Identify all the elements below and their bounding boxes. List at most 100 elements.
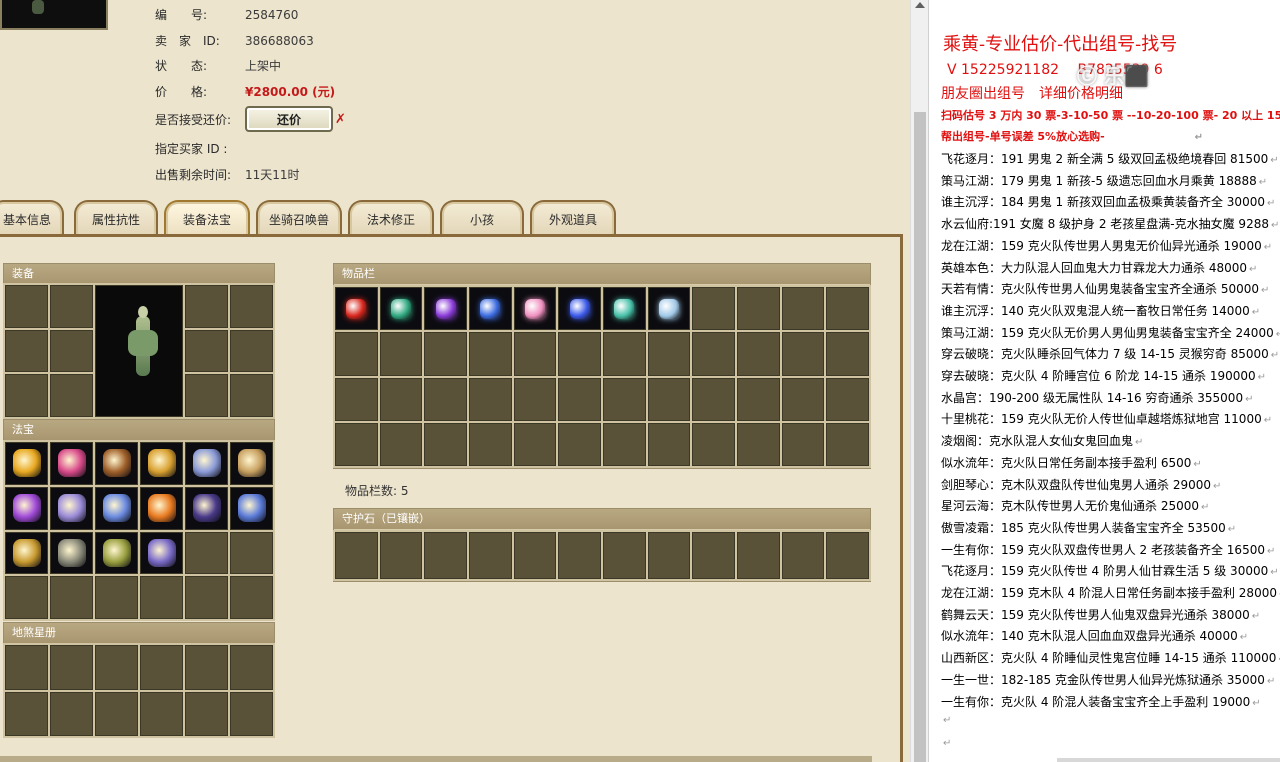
inventory-slot[interactable] xyxy=(781,377,825,421)
equipment-slot[interactable] xyxy=(230,329,273,373)
star-book-slot[interactable] xyxy=(95,691,138,736)
treasure-slot[interactable] xyxy=(185,531,228,575)
inventory-slot[interactable] xyxy=(781,422,825,466)
inventory-slot[interactable] xyxy=(558,422,601,466)
treasure-slot-filled[interactable] xyxy=(185,486,228,530)
guard-stone-slot[interactable] xyxy=(692,532,735,579)
inventory-slot[interactable] xyxy=(826,332,869,376)
equipment-slot[interactable] xyxy=(5,374,48,417)
inventory-slot-filled[interactable] xyxy=(335,287,378,331)
tab-child[interactable]: 小孩 xyxy=(440,200,524,236)
inventory-slot[interactable] xyxy=(379,422,423,466)
treasure-slot[interactable] xyxy=(50,576,93,619)
treasure-slot-filled[interactable] xyxy=(140,442,183,485)
inventory-slot-filled[interactable] xyxy=(603,287,646,331)
treasure-slot-filled[interactable] xyxy=(95,442,138,485)
inventory-slot[interactable] xyxy=(558,332,601,376)
inventory-slot[interactable] xyxy=(647,377,691,421)
inventory-slot-filled[interactable] xyxy=(513,287,557,331)
star-book-slot[interactable] xyxy=(140,645,183,690)
guard-stone-slot[interactable] xyxy=(335,532,378,579)
inventory-slot[interactable] xyxy=(692,332,735,376)
equipment-slot[interactable] xyxy=(185,329,228,373)
treasure-slot-filled[interactable] xyxy=(230,486,273,530)
guard-stone-slot[interactable] xyxy=(647,532,691,579)
equipment-slot[interactable] xyxy=(5,285,48,328)
inventory-slot[interactable] xyxy=(469,332,512,376)
star-book-slot[interactable] xyxy=(50,691,93,736)
inventory-slot-filled[interactable] xyxy=(647,287,691,331)
inventory-slot[interactable] xyxy=(513,377,557,421)
inventory-slot[interactable] xyxy=(335,422,378,466)
equipment-slot[interactable] xyxy=(230,285,273,328)
inventory-slot[interactable] xyxy=(737,422,780,466)
star-book-slot[interactable] xyxy=(140,691,183,736)
page-scrollbar[interactable] xyxy=(910,0,928,762)
inventory-slot[interactable] xyxy=(781,332,825,376)
treasure-slot[interactable] xyxy=(230,576,273,619)
inventory-slot[interactable] xyxy=(647,422,691,466)
inventory-slot[interactable] xyxy=(781,287,825,331)
inventory-slot[interactable] xyxy=(424,332,467,376)
tab-equipment-treasure[interactable]: 装备法宝 xyxy=(164,200,250,236)
treasure-slot[interactable] xyxy=(185,576,228,619)
equipment-slot[interactable] xyxy=(5,329,48,373)
inventory-slot[interactable] xyxy=(603,377,646,421)
equipment-slot[interactable] xyxy=(50,374,93,417)
inventory-slot[interactable] xyxy=(737,332,780,376)
guard-stone-slot[interactable] xyxy=(513,532,557,579)
inventory-slot[interactable] xyxy=(424,377,467,421)
guard-stone-slot[interactable] xyxy=(826,532,869,579)
treasure-slot-filled[interactable] xyxy=(50,442,93,485)
inventory-slot[interactable] xyxy=(692,422,735,466)
guard-stone-slot[interactable] xyxy=(379,532,423,579)
inventory-slot[interactable] xyxy=(558,377,601,421)
tab-attributes[interactable]: 属性抗性 xyxy=(74,200,158,236)
equipment-slot[interactable] xyxy=(50,285,93,328)
inventory-slot[interactable] xyxy=(513,332,557,376)
star-book-slot[interactable] xyxy=(230,645,273,690)
inventory-slot[interactable] xyxy=(469,377,512,421)
inventory-slot-filled[interactable] xyxy=(424,287,467,331)
inventory-slot-filled[interactable] xyxy=(379,287,423,331)
scrollbar-thumb[interactable] xyxy=(914,112,926,762)
inventory-slot[interactable] xyxy=(603,422,646,466)
guard-stone-slot[interactable] xyxy=(737,532,780,579)
tab-appearance[interactable]: 外观道具 xyxy=(530,200,616,236)
guard-stone-slot[interactable] xyxy=(469,532,512,579)
treasure-slot-filled[interactable] xyxy=(230,442,273,485)
inventory-slot[interactable] xyxy=(335,377,378,421)
inventory-slot[interactable] xyxy=(513,422,557,466)
treasure-slot-filled[interactable] xyxy=(185,442,228,485)
treasure-slot-filled[interactable] xyxy=(50,486,93,530)
treasure-slot-filled[interactable] xyxy=(140,486,183,530)
inventory-slot[interactable] xyxy=(826,377,869,421)
inventory-slot[interactable] xyxy=(737,377,780,421)
inventory-slot[interactable] xyxy=(335,332,378,376)
treasure-slot[interactable] xyxy=(5,576,48,619)
star-book-slot[interactable] xyxy=(230,691,273,736)
treasure-slot[interactable] xyxy=(140,576,183,619)
star-book-slot[interactable] xyxy=(50,645,93,690)
guard-stone-slot[interactable] xyxy=(558,532,601,579)
treasure-slot-filled[interactable] xyxy=(5,531,48,575)
inventory-slot[interactable] xyxy=(737,287,780,331)
treasure-slot-filled[interactable] xyxy=(5,486,48,530)
inventory-slot[interactable] xyxy=(379,332,423,376)
counter-offer-button[interactable]: 还价 xyxy=(245,106,333,132)
inventory-slot[interactable] xyxy=(826,422,869,466)
treasure-slot-filled[interactable] xyxy=(5,442,48,485)
inventory-slot[interactable] xyxy=(692,377,735,421)
star-book-slot[interactable] xyxy=(5,691,48,736)
inventory-slot[interactable] xyxy=(603,332,646,376)
scroll-up-icon[interactable] xyxy=(915,2,925,8)
guard-stone-slot[interactable] xyxy=(424,532,467,579)
star-book-slot[interactable] xyxy=(5,645,48,690)
inventory-slot[interactable] xyxy=(424,422,467,466)
star-book-slot[interactable] xyxy=(185,691,228,736)
tab-basic-info[interactable]: 基本信息 xyxy=(0,200,64,236)
inventory-slot[interactable] xyxy=(692,287,735,331)
guard-stone-slot[interactable] xyxy=(781,532,825,579)
treasure-slot[interactable] xyxy=(95,576,138,619)
inventory-slot-filled[interactable] xyxy=(469,287,512,331)
